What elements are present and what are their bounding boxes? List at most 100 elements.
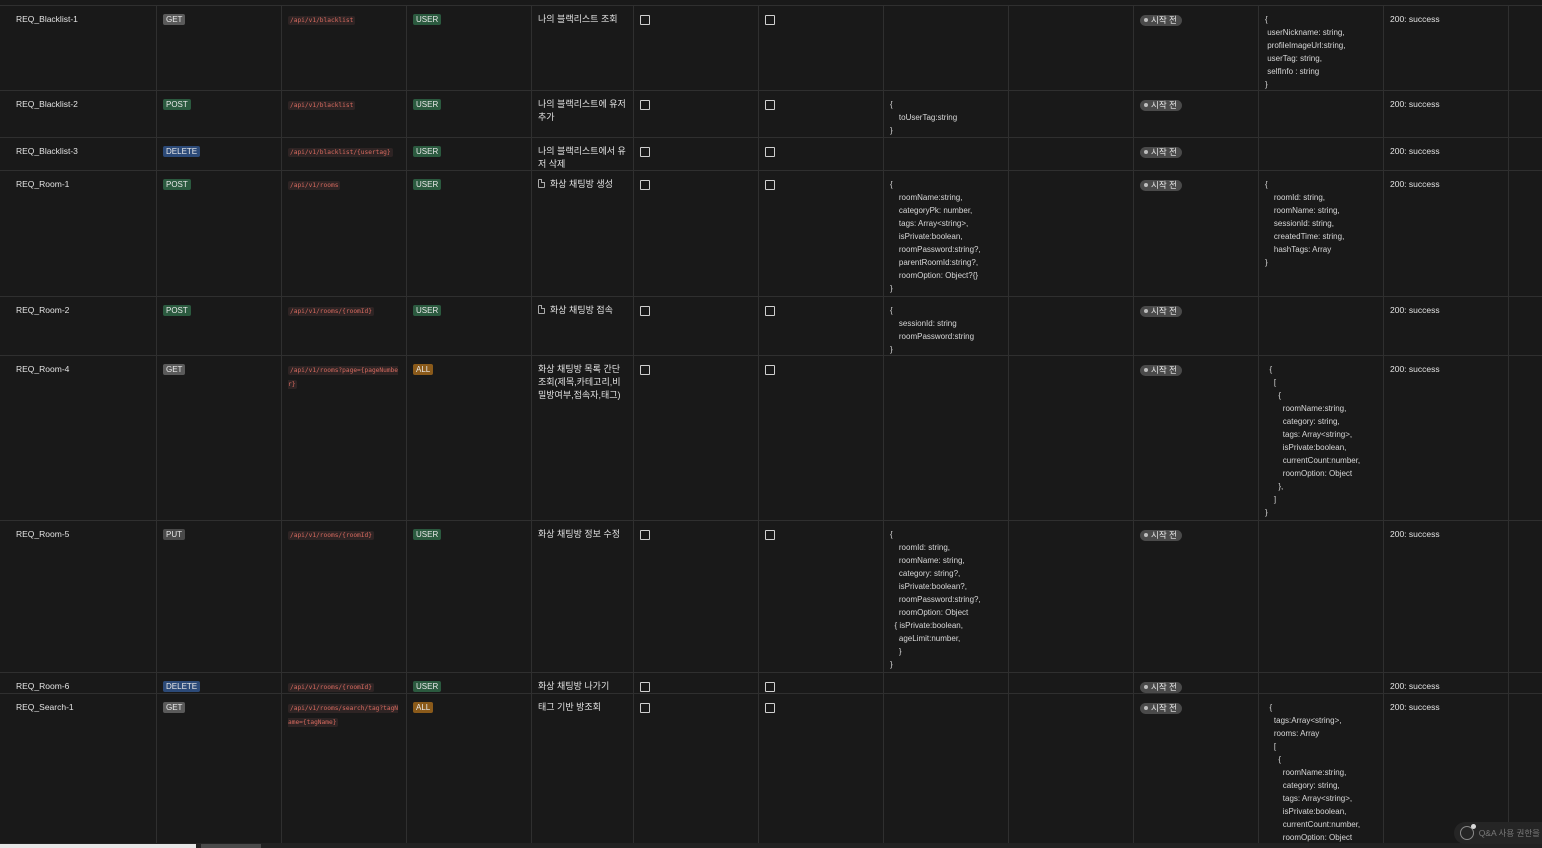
- cell-request-id[interactable]: REQ_Room-6: [0, 673, 157, 693]
- cell-response-code[interactable]: 200: success: [1384, 171, 1509, 296]
- cell-method[interactable]: GET: [157, 694, 282, 847]
- cell-response-body[interactable]: [1259, 673, 1384, 693]
- cell-method[interactable]: DELETE: [157, 673, 282, 693]
- cell-path[interactable]: /api/v1/rooms/{roomId}: [282, 521, 407, 672]
- cell-description[interactable]: 화상 채팅방 정보 수정: [532, 521, 634, 672]
- cell-path[interactable]: /api/v1/blacklist: [282, 6, 407, 90]
- cell-request-id[interactable]: REQ_Room-1: [0, 171, 157, 296]
- cell-checkbox-2[interactable]: [759, 356, 884, 520]
- cell-checkbox-1[interactable]: [634, 297, 759, 355]
- cell-role[interactable]: USER: [407, 673, 532, 693]
- cell-empty[interactable]: [1009, 171, 1134, 296]
- cell-method[interactable]: GET: [157, 6, 282, 90]
- cell-checkbox-2[interactable]: [759, 673, 884, 693]
- cell-role[interactable]: ALL: [407, 694, 532, 847]
- cell-method[interactable]: POST: [157, 171, 282, 296]
- cell-checkbox-2[interactable]: [759, 521, 884, 672]
- cell-status[interactable]: 시작 전: [1134, 171, 1259, 296]
- cell-empty[interactable]: [1009, 356, 1134, 520]
- cell-empty[interactable]: [1009, 673, 1134, 693]
- cell-checkbox-1[interactable]: [634, 171, 759, 296]
- cell-extra[interactable]: [1509, 171, 1542, 296]
- cell-checkbox-2[interactable]: [759, 297, 884, 355]
- cell-method[interactable]: PUT: [157, 521, 282, 672]
- cell-empty[interactable]: [1009, 521, 1134, 672]
- cell-response-code[interactable]: 200: success: [1384, 521, 1509, 672]
- table-row[interactable]: REQ_Room-6 DELETE/api/v1/rooms/{roomId} US…: [0, 673, 1542, 694]
- cell-request-body[interactable]: { sessionId: string roomPassword:string …: [884, 297, 1009, 355]
- cell-response-code[interactable]: 200: success: [1384, 138, 1509, 170]
- cell-response-body[interactable]: [1259, 521, 1384, 672]
- horizontal-scrollbar[interactable]: [0, 843, 1542, 848]
- cell-description[interactable]: 태그 기반 방조회: [532, 694, 634, 847]
- cell-method[interactable]: POST: [157, 91, 282, 137]
- cell-checkbox-1[interactable]: [634, 91, 759, 137]
- cell-request-id[interactable]: REQ_Room-2: [0, 297, 157, 355]
- cell-checkbox-2[interactable]: [759, 138, 884, 170]
- checkbox[interactable]: [640, 530, 650, 540]
- cell-description[interactable]: 화상 채팅방 목록 간단 조회(제목,카테고리,비밀방여부,접속자,태그): [532, 356, 634, 520]
- cell-response-body[interactable]: [1259, 138, 1384, 170]
- checkbox[interactable]: [765, 100, 775, 110]
- checkbox[interactable]: [640, 100, 650, 110]
- cell-method[interactable]: DELETE: [157, 138, 282, 170]
- cell-checkbox-1[interactable]: [634, 694, 759, 847]
- cell-empty[interactable]: [1009, 297, 1134, 355]
- cell-status[interactable]: 시작 전: [1134, 521, 1259, 672]
- cell-checkbox-1[interactable]: [634, 138, 759, 170]
- checkbox[interactable]: [765, 365, 775, 375]
- table-row[interactable]: REQ_Room-1 POST/api/v1/rooms USER 화상 채팅방 생성…: [0, 171, 1542, 297]
- cell-response-body[interactable]: [1259, 297, 1384, 355]
- cell-extra[interactable]: [1509, 6, 1542, 90]
- checkbox[interactable]: [640, 180, 650, 190]
- cell-empty[interactable]: [1009, 91, 1134, 137]
- cell-description[interactable]: 화상 채팅방 접속: [532, 297, 634, 355]
- table-row[interactable]: REQ_Blacklist-3 DELETE/api/v1/blacklist/{…: [0, 138, 1542, 171]
- cell-checkbox-1[interactable]: [634, 673, 759, 693]
- table-row[interactable]: REQ_Blacklist-2 POST/api/v1/blacklist USER…: [0, 91, 1542, 138]
- cell-request-body[interactable]: [884, 6, 1009, 90]
- cell-role[interactable]: USER: [407, 6, 532, 90]
- checkbox[interactable]: [765, 147, 775, 157]
- cell-request-id[interactable]: REQ_Room-4: [0, 356, 157, 520]
- cell-description[interactable]: 화상 채팅방 나가기: [532, 673, 634, 693]
- cell-checkbox-2[interactable]: [759, 91, 884, 137]
- cell-response-code[interactable]: 200: success: [1384, 91, 1509, 137]
- cell-response-code[interactable]: 200: success: [1384, 673, 1509, 693]
- cell-extra[interactable]: [1509, 91, 1542, 137]
- checkbox[interactable]: [640, 703, 650, 713]
- checkbox[interactable]: [765, 530, 775, 540]
- cell-extra[interactable]: [1509, 673, 1542, 693]
- checkbox[interactable]: [640, 682, 650, 692]
- cell-response-code[interactable]: 200: success: [1384, 6, 1509, 90]
- cell-request-body[interactable]: [884, 138, 1009, 170]
- cell-request-id[interactable]: REQ_Blacklist-2: [0, 91, 157, 137]
- cell-empty[interactable]: [1009, 694, 1134, 847]
- cell-response-body[interactable]: { [ { roomName:string, category: string,…: [1259, 356, 1384, 520]
- cell-path[interactable]: /api/v1/blacklist/{usertag}: [282, 138, 407, 170]
- cell-request-id[interactable]: REQ_Search-1: [0, 694, 157, 847]
- checkbox[interactable]: [765, 703, 775, 713]
- cell-request-body[interactable]: { roomId: string, roomName: string, cate…: [884, 521, 1009, 672]
- cell-path[interactable]: /api/v1/rooms/search/tag?tagName={tagNam…: [282, 694, 407, 847]
- cell-description[interactable]: 나의 블랙리스트에 유저 추가: [532, 91, 634, 137]
- cell-description[interactable]: 화상 채팅방 생성: [532, 171, 634, 296]
- cell-status[interactable]: 시작 전: [1134, 356, 1259, 520]
- table-row[interactable]: REQ_Blacklist-1 GET/api/v1/blacklist USER 나…: [0, 6, 1542, 91]
- cell-empty[interactable]: [1009, 6, 1134, 90]
- cell-path[interactable]: /api/v1/rooms/{roomId}: [282, 673, 407, 693]
- cell-role[interactable]: ALL: [407, 356, 532, 520]
- cell-checkbox-1[interactable]: [634, 356, 759, 520]
- cell-path[interactable]: /api/v1/rooms?page={pageNumber}: [282, 356, 407, 520]
- cell-checkbox-2[interactable]: [759, 6, 884, 90]
- cell-role[interactable]: USER: [407, 171, 532, 296]
- cell-role[interactable]: USER: [407, 91, 532, 137]
- cell-checkbox-2[interactable]: [759, 694, 884, 847]
- cell-status[interactable]: 시작 전: [1134, 297, 1259, 355]
- checkbox[interactable]: [640, 365, 650, 375]
- cell-response-body[interactable]: [1259, 91, 1384, 137]
- cell-response-body[interactable]: { roomId: string, roomName: string, sess…: [1259, 171, 1384, 296]
- cell-status[interactable]: 시작 전: [1134, 6, 1259, 90]
- cell-path[interactable]: /api/v1/rooms: [282, 171, 407, 296]
- cell-method[interactable]: GET: [157, 356, 282, 520]
